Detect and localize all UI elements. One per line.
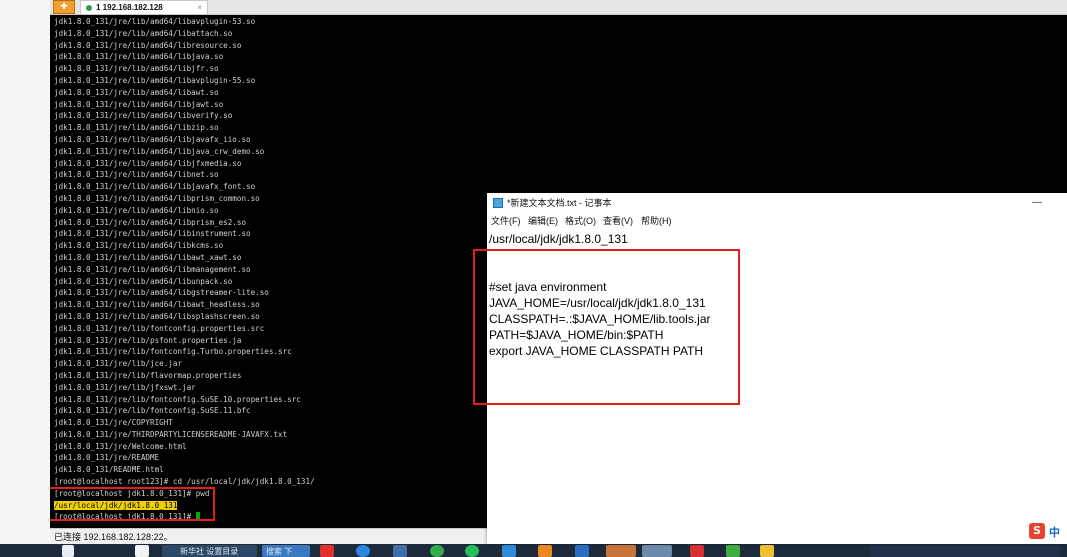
terminal-line: jdk1.8.0_131/jre/lib/fontconfig.properti… — [54, 323, 265, 333]
terminal-line: jdk1.8.0_131/jre/lib/amd64/libprism_es2.… — [54, 217, 247, 227]
taskbar-app-icon[interactable] — [690, 545, 704, 557]
terminal-line: jdk1.8.0_131/jre/lib/amd64/libavplugin-5… — [54, 17, 256, 26]
terminal-line: jdk1.8.0_131/jre/README — [54, 453, 160, 463]
terminal-line: jdk1.8.0_131/jre/lib/amd64/libawt_headle… — [54, 300, 260, 310]
terminal-line: jdk1.8.0_131/jre/lib/amd64/libjava.so — [54, 52, 224, 62]
session-tab-bar: ✚ 1 192.168.182.128 × — [50, 0, 1067, 15]
terminal-line: jdk1.8.0_131/jre/lib/amd64/libattach.so — [54, 28, 233, 38]
menu-edit[interactable]: 编辑(E) — [528, 213, 558, 229]
terminal-line: jdk1.8.0_131/jre/THIRDPARTYLICENSEREADME… — [54, 429, 288, 439]
connected-status-icon — [86, 5, 92, 11]
notepad-window[interactable]: *新建文本文档.txt - 记事本 — 文件(F) 编辑(E) 格式(O) 查看… — [473, 193, 1067, 544]
terminal-line: jdk1.8.0_131/jre/lib/amd64/libjava_crw_d… — [54, 146, 265, 156]
terminal-line: jdk1.8.0_131/jre/lib/amd64/libjfxmedia.s… — [54, 158, 242, 168]
menu-help[interactable]: 帮助(H) — [641, 213, 672, 229]
terminal-line: jdk1.8.0_131/jre/lib/amd64/libawt_xawt.s… — [54, 252, 242, 262]
menu-view[interactable]: 查看(V) — [603, 213, 633, 229]
taskbar-app-icon[interactable] — [430, 545, 444, 557]
terminal-line: jdk1.8.0_131/jre/lib/amd64/libverify.so — [54, 111, 233, 121]
taskbar-browser-button[interactable]: 新华社 设置目录 — [162, 545, 257, 557]
terminal-line: jdk1.8.0_131/jre/lib/flavormap.propertie… — [54, 370, 242, 380]
terminal-line: jdk1.8.0_131/jre/lib/amd64/libsplashscre… — [54, 311, 260, 321]
taskbar-app-icon[interactable] — [502, 545, 516, 557]
terminal-line: jdk1.8.0_131/README.html — [54, 465, 164, 475]
terminal-line: jdk1.8.0_131/jre/lib/psfont.properties.j… — [54, 335, 242, 345]
terminal-line: jdk1.8.0_131/jre/COPYRIGHT — [54, 418, 173, 428]
left-margin — [0, 0, 50, 557]
terminal-line: jdk1.8.0_131/jre/lib/amd64/libawt.so — [54, 87, 219, 97]
terminal-line: jdk1.8.0_131/jre/lib/amd64/libjavafx_fon… — [54, 182, 256, 192]
minimize-button[interactable]: — — [1032, 193, 1042, 213]
menu-format[interactable]: 格式(O) — [565, 213, 596, 229]
notepad-icon — [493, 198, 503, 208]
taskbar-app-icon[interactable] — [135, 545, 149, 557]
close-tab-icon[interactable]: × — [197, 1, 202, 14]
terminal-line: jdk1.8.0_131/jre/lib/amd64/libnet.so — [54, 170, 219, 180]
terminal-line: jdk1.8.0_131/jre/lib/amd64/libzip.so — [54, 123, 219, 133]
taskbar-item-label: 新华社 设置目录 — [180, 547, 239, 556]
terminal-line: jdk1.8.0_131/jre/lib/amd64/libnio.so — [54, 205, 219, 215]
session-tab-label: 1 192.168.182.128 — [96, 3, 163, 12]
connection-status-text: 已连接 192.168.182.128:22。 — [54, 532, 173, 542]
taskbar-app-icon[interactable] — [538, 545, 552, 557]
env-config-highlight-box — [473, 249, 740, 405]
notepad-menu-bar: 文件(F) 编辑(E) 格式(O) 查看(V) 帮助(H) — [487, 213, 1067, 229]
sogou-ime-icon[interactable]: S — [1029, 523, 1045, 539]
terminal-line: jdk1.8.0_131/jre/lib/amd64/libinstrument… — [54, 229, 251, 239]
taskbar-app-icon[interactable] — [760, 545, 774, 557]
taskbar-app-icon[interactable] — [642, 545, 672, 557]
taskbar-app-icon[interactable] — [575, 545, 589, 557]
terminal-line: jdk1.8.0_131/jre/lib/amd64/libgstreamer-… — [54, 288, 269, 298]
ime-mode-indicator[interactable]: 中 — [1049, 524, 1060, 540]
terminal-line: jdk1.8.0_131/jre/lib/amd64/libkcms.so — [54, 241, 224, 251]
terminal-line: jdk1.8.0_131/jre/lib/amd64/libprism_comm… — [54, 193, 260, 203]
terminal-line: jdk1.8.0_131/jre/lib/amd64/libjavafx_iio… — [54, 134, 251, 144]
terminal-line: jdk1.8.0_131/jre/lib/fontconfig.SuSE.11.… — [54, 406, 251, 416]
taskbar-search-button[interactable]: 搜索 下 — [262, 545, 310, 557]
terminal-line: jdk1.8.0_131/jre/lib/amd64/libunpack.so — [54, 276, 233, 286]
terminal-line: jdk1.8.0_131/jre/lib/amd64/libresource.s… — [54, 40, 242, 50]
taskbar-app-icon[interactable] — [726, 545, 740, 557]
app-logo-icon[interactable]: ✚ — [53, 0, 75, 14]
taskbar-app-icon[interactable] — [393, 545, 407, 557]
terminal-line: jdk1.8.0_131/jre/lib/fontconfig.SuSE.10.… — [54, 394, 301, 404]
notepad-title: *新建文本文档.txt - 记事本 — [507, 198, 612, 208]
terminal-lines: jdk1.8.0_131/jre/lib/amd64/libavplugin-5… — [54, 16, 315, 523]
pwd-highlight-box — [50, 487, 215, 521]
taskbar-app-icon[interactable] — [465, 545, 479, 557]
taskbar-app-icon[interactable] — [320, 545, 334, 557]
system-tray[interactable] — [870, 545, 1060, 557]
terminal-line: jdk1.8.0_131/jre/lib/amd64/libmanagement… — [54, 264, 251, 274]
terminal-line: jdk1.8.0_131/jre/lib/jfxswt.jar — [54, 382, 196, 392]
taskbar-app-icon[interactable] — [356, 545, 370, 557]
terminal-line: jdk1.8.0_131/jre/lib/amd64/libavplugin-5… — [54, 75, 256, 85]
terminal-line: jdk1.8.0_131/jre/lib/fontconfig.Turbo.pr… — [54, 347, 292, 357]
terminal-line: jdk1.8.0_131/jre/lib/jce.jar — [54, 359, 183, 369]
taskbar-app-icon[interactable] — [606, 545, 636, 557]
menu-file[interactable]: 文件(F) — [491, 213, 521, 229]
notepad-title-bar[interactable]: *新建文本文档.txt - 记事本 — — [487, 193, 1067, 213]
taskbar-item-label: 搜索 下 — [266, 547, 293, 556]
start-icon[interactable] — [62, 545, 74, 557]
terminal-line: jdk1.8.0_131/jre/Welcome.html — [54, 441, 187, 451]
windows-taskbar: 新华社 设置目录 搜索 下 — [0, 544, 1067, 557]
terminal-line: jdk1.8.0_131/jre/lib/amd64/libjfr.so — [54, 64, 219, 74]
session-tab[interactable]: 1 192.168.182.128 × — [80, 0, 208, 14]
terminal-line: jdk1.8.0_131/jre/lib/amd64/libjawt.so — [54, 99, 224, 109]
